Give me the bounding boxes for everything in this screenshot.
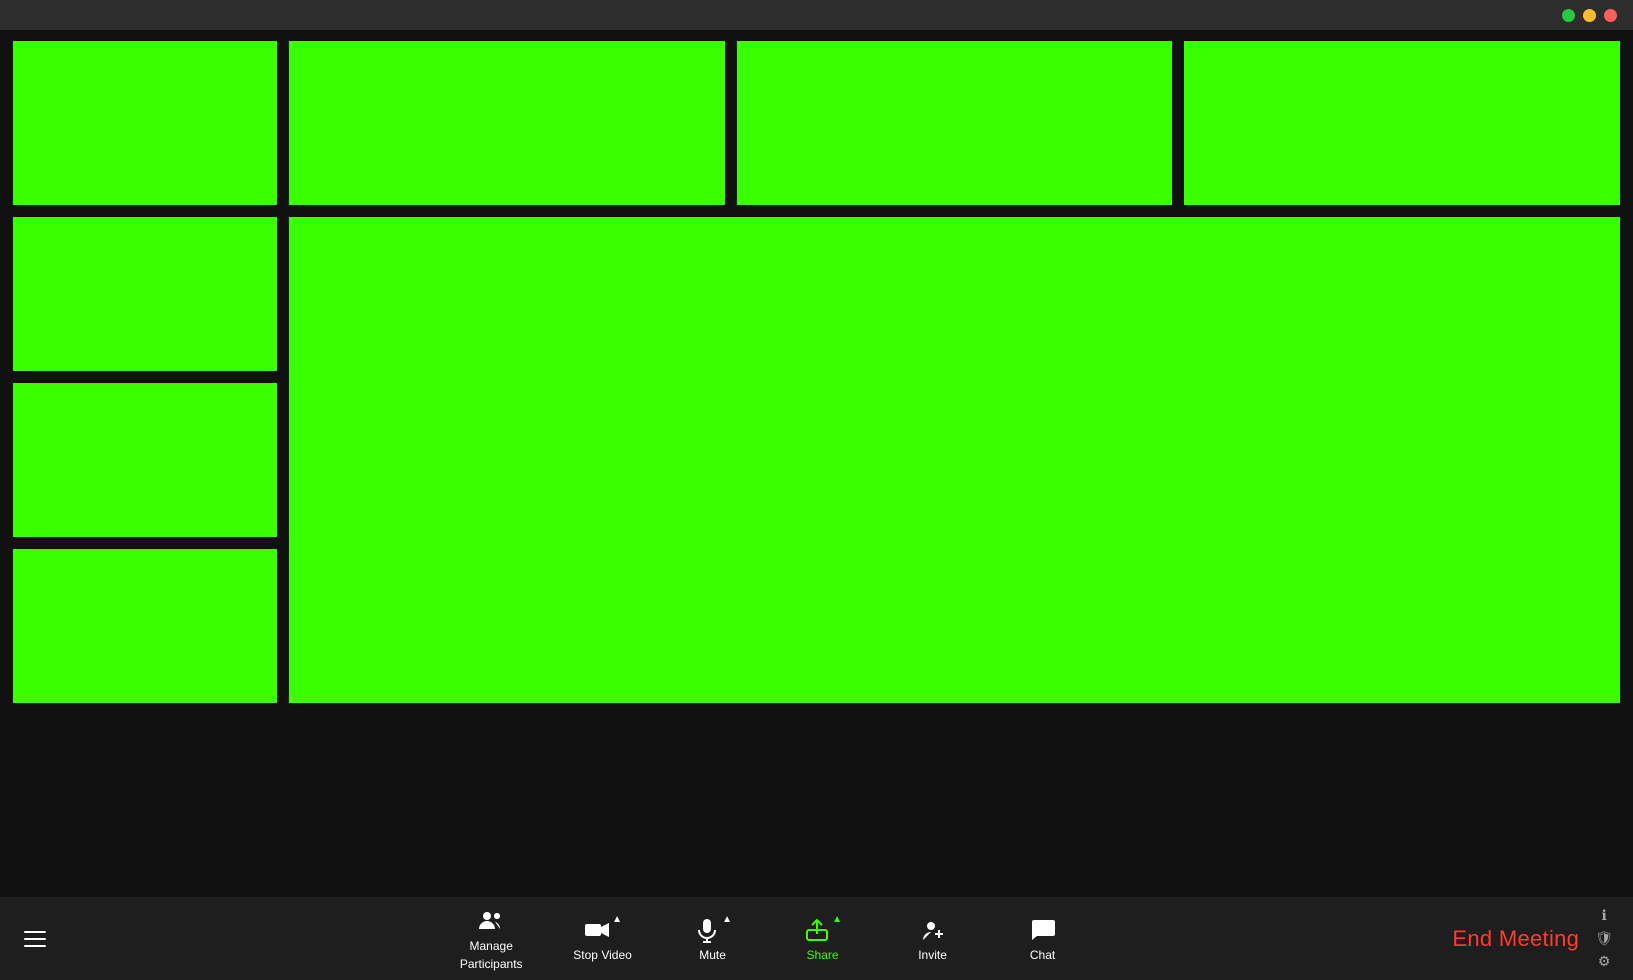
toolbar-right: End Meeting ℹ 🛡 ⚙ — [1452, 907, 1613, 970]
mute-chevron: ▲ — [722, 914, 732, 925]
share-button[interactable]: ▲ Share — [793, 916, 853, 962]
manage-participants-icon-group — [477, 907, 505, 935]
hamburger-line-2 — [24, 938, 46, 940]
mute-button[interactable]: ▲ Mute — [683, 916, 743, 962]
end-meeting-button[interactable]: End Meeting — [1452, 926, 1579, 952]
video-cell-large — [286, 214, 1623, 706]
chat-label: Chat — [1030, 948, 1055, 962]
window-yellow-button[interactable] — [1583, 9, 1596, 22]
chat-button[interactable]: Chat — [1013, 916, 1073, 962]
shield-icon[interactable]: 🛡 — [1595, 930, 1613, 947]
invite-label: Invite — [918, 948, 947, 962]
stop-video-chevron: ▲ — [612, 914, 622, 925]
share-icon — [803, 916, 831, 944]
toolbar: Manage Participants ▲ Stop Video — [0, 897, 1633, 980]
toolbar-left — [20, 927, 80, 951]
toolbar-center: Manage Participants ▲ Stop Video — [80, 907, 1452, 971]
manage-participants-button[interactable]: Manage Participants — [460, 907, 523, 971]
manage-participants-label: Manage — [470, 939, 513, 953]
title-bar — [0, 0, 1633, 30]
stop-video-label: Stop Video — [573, 948, 632, 962]
video-cell-top-4 — [1181, 38, 1623, 208]
video-cell-top-3 — [734, 38, 1176, 208]
info-icon[interactable]: ℹ — [1601, 907, 1606, 924]
mute-label: Mute — [699, 948, 726, 962]
video-cell-left-2 — [10, 214, 280, 374]
invite-icon-group — [919, 916, 947, 944]
main-content — [0, 30, 1633, 897]
chat-icon-group — [1029, 916, 1057, 944]
stop-video-icon-group: ▲ — [583, 916, 622, 944]
mic-icon — [693, 916, 721, 944]
share-label: Share — [807, 948, 839, 962]
video-cell-left-3 — [10, 380, 280, 540]
invite-icon — [919, 916, 947, 944]
mute-icon-group: ▲ — [693, 916, 732, 944]
chat-icon — [1029, 916, 1057, 944]
invite-button[interactable]: Invite — [903, 916, 963, 962]
hamburger-line-1 — [24, 931, 46, 933]
menu-button[interactable] — [20, 927, 50, 951]
video-icon — [583, 916, 611, 944]
gear-icon[interactable]: ⚙ — [1598, 953, 1611, 970]
video-cell-top-1 — [10, 38, 280, 208]
video-cell-top-2 — [286, 38, 728, 208]
video-grid — [10, 38, 1623, 889]
share-chevron: ▲ — [832, 914, 842, 925]
stop-video-button[interactable]: ▲ Stop Video — [573, 916, 633, 962]
video-cell-left-4 — [10, 546, 280, 706]
hamburger-line-3 — [24, 945, 46, 947]
manage-participants-label2: Participants — [460, 957, 523, 971]
top-row — [10, 38, 1623, 208]
participants-icon — [477, 907, 505, 935]
window-red-button[interactable] — [1604, 9, 1617, 22]
settings-icons-group: ℹ 🛡 ⚙ — [1595, 907, 1613, 970]
window-controls — [1562, 9, 1617, 22]
share-icon-group: ▲ — [803, 916, 842, 944]
window-green-button[interactable] — [1562, 9, 1575, 22]
